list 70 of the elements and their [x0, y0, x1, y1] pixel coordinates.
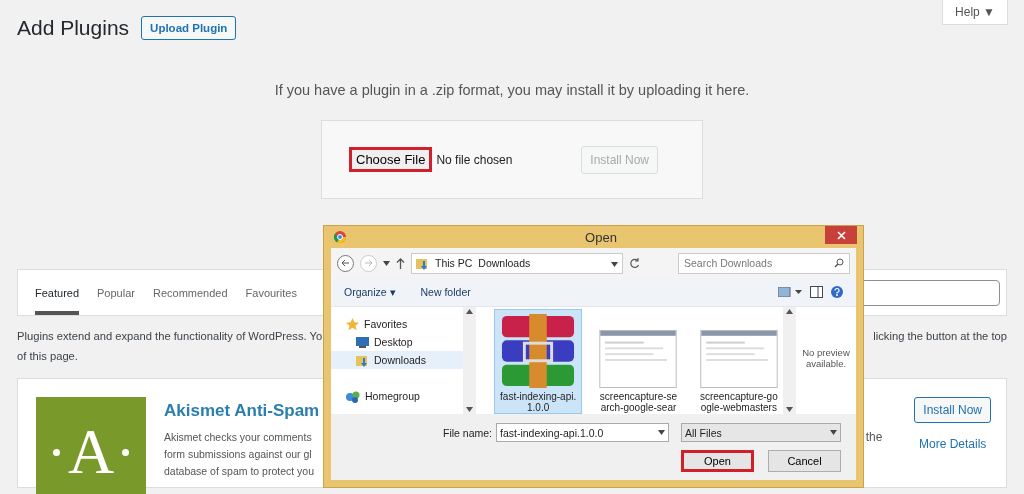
filter-tab[interactable]: Popular: [97, 270, 135, 315]
install-now-button[interactable]: Install Now: [914, 397, 991, 423]
plugin-description-line: form submissions against our gl: [164, 447, 313, 462]
upload-instructions: If you have a plugin in a .zip format, you may install it by uploading it here.: [273, 82, 751, 98]
scroll-down-icon[interactable]: [466, 407, 473, 412]
open-button[interactable]: Open: [681, 450, 754, 472]
breadcrumb-item[interactable]: Downloads: [478, 257, 531, 269]
filter-tab[interactable]: Favourites: [245, 270, 297, 315]
view-options-icon[interactable]: [778, 287, 802, 297]
choose-file-button[interactable]: Choose File: [349, 147, 433, 172]
screenshot-thumbnail-icon: [598, 330, 679, 388]
file-item[interactable]: screencapture-search-google-sear: [594, 309, 683, 414]
plugin-description-fragment: the: [865, 430, 883, 444]
dropdown-caret-icon: [383, 260, 390, 266]
back-button[interactable]: [337, 254, 354, 272]
file-type-select[interactable]: All Files: [681, 423, 841, 442]
right-arrow-icon: [364, 259, 373, 267]
preview-message: No preview available.: [801, 346, 851, 371]
help-tab[interactable]: Help ▼: [942, 0, 1008, 25]
close-button[interactable]: [825, 226, 857, 244]
filter-tab[interactable]: Recommended: [152, 270, 228, 315]
help-icon[interactable]: [831, 286, 843, 298]
browser-logo-icon: [334, 231, 346, 243]
file-item[interactable]: screencapture-google-webmasters: [694, 309, 783, 414]
navigation-item[interactable]: Desktop: [331, 333, 463, 351]
plugin-title-link[interactable]: Akismet Anti-Spam: [164, 401, 320, 421]
navigation-item[interactable]: Downloads: [331, 351, 463, 369]
monitor-icon: [356, 336, 369, 348]
page-title: Add Plugins: [17, 16, 130, 40]
up-arrow-icon[interactable]: [396, 257, 405, 269]
dialog-title: Open: [585, 229, 617, 245]
left-arrow-icon: [341, 259, 350, 267]
plugin-logo: A: [36, 397, 146, 494]
close-icon: [836, 230, 846, 240]
star-icon: [346, 317, 359, 331]
file-name-label: File name:: [442, 426, 492, 439]
search-field[interactable]: Search Downloads: [678, 252, 850, 274]
search-icon: [834, 258, 844, 268]
description-text: of this page.: [17, 350, 78, 362]
file-name-field[interactable]: fast-indexing-api.1.0.0: [496, 423, 669, 442]
scrollbar[interactable]: [463, 307, 476, 414]
preview-pane-icon[interactable]: [810, 286, 823, 298]
plugin-description-line: database of spam to protect you: [164, 464, 315, 479]
folder-download-icon: [356, 353, 369, 367]
screenshot-thumbnail-icon: [698, 330, 779, 388]
dropdown-caret-icon: [658, 430, 665, 435]
plugin-description-line: Akismet checks your comments: [164, 430, 313, 445]
address-bar[interactable]: This PC Downloads: [411, 252, 623, 274]
scroll-up-icon[interactable]: [786, 309, 793, 314]
file-status: No file chosen: [436, 152, 514, 167]
cancel-button[interactable]: Cancel: [768, 450, 841, 472]
description-text: Plugins extend and expand the functionality of WordPress. Yo: [17, 329, 323, 344]
description-text: licking the button at the top: [873, 329, 1007, 344]
more-details-link[interactable]: More Details: [918, 437, 987, 451]
refresh-icon[interactable]: [629, 257, 640, 269]
breadcrumb-item[interactable]: This PC: [435, 257, 473, 269]
new-folder-button[interactable]: New folder: [420, 286, 471, 298]
scroll-up-icon[interactable]: [466, 309, 473, 314]
navigation-item[interactable]: Favorites: [331, 315, 463, 333]
dropdown-caret-icon: [611, 262, 618, 267]
scrollbar[interactable]: [783, 307, 796, 414]
folder-download-icon: [416, 256, 429, 270]
file-item[interactable]: fast-indexing-api.1.0.0: [494, 309, 583, 414]
navigation-item[interactable]: Homegroup: [331, 387, 463, 405]
dropdown-caret-icon: [830, 430, 837, 435]
filter-tab[interactable]: Featured: [35, 270, 80, 315]
network-icon: [346, 389, 360, 403]
scroll-down-icon[interactable]: [786, 407, 793, 412]
organize-menu[interactable]: Organize ▾: [344, 286, 396, 298]
upload-plugin-button[interactable]: Upload Plugin: [141, 16, 237, 40]
